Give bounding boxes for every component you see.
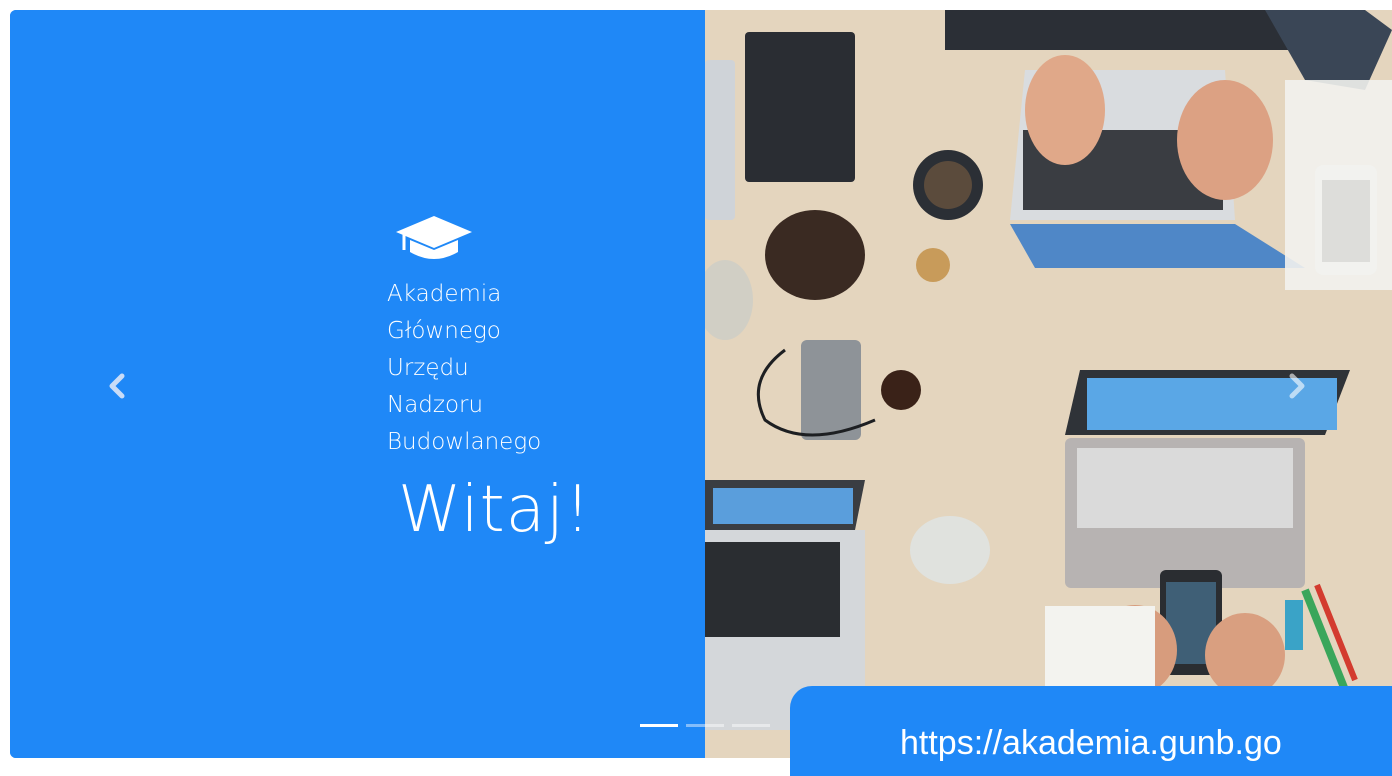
academy-name-line-5: Budowlanego [387, 429, 542, 455]
url-banner: https://akademia.gunb.go [790, 686, 1392, 776]
carousel-indicator-2[interactable] [686, 724, 724, 727]
carousel-indicator-3[interactable] [732, 724, 770, 727]
academy-name-line-1: Akademia [387, 281, 502, 307]
chevron-right-icon[interactable] [1284, 370, 1310, 402]
carousel-indicators [640, 724, 770, 727]
site-url-link[interactable]: https://akademia.gunb.go [900, 724, 1282, 763]
academy-name-line-2: Głównego [387, 318, 501, 344]
academy-name: Akademia Głównego Urzędu Nadzoru Budowla… [387, 276, 541, 461]
graduation-cap-icon [396, 216, 472, 259]
chevron-left-icon[interactable] [104, 370, 130, 402]
carousel-indicator-1[interactable] [640, 724, 678, 727]
slide-text-panel: Akademia Głównego Urzędu Nadzoru Budowla… [10, 10, 705, 758]
academy-name-line-3: Urzędu [387, 355, 469, 381]
welcome-heading: Witaj! [398, 473, 592, 547]
academy-name-line-4: Nadzoru [387, 392, 484, 418]
hero-carousel: Akademia Głównego Urzędu Nadzoru Budowla… [10, 10, 1392, 758]
